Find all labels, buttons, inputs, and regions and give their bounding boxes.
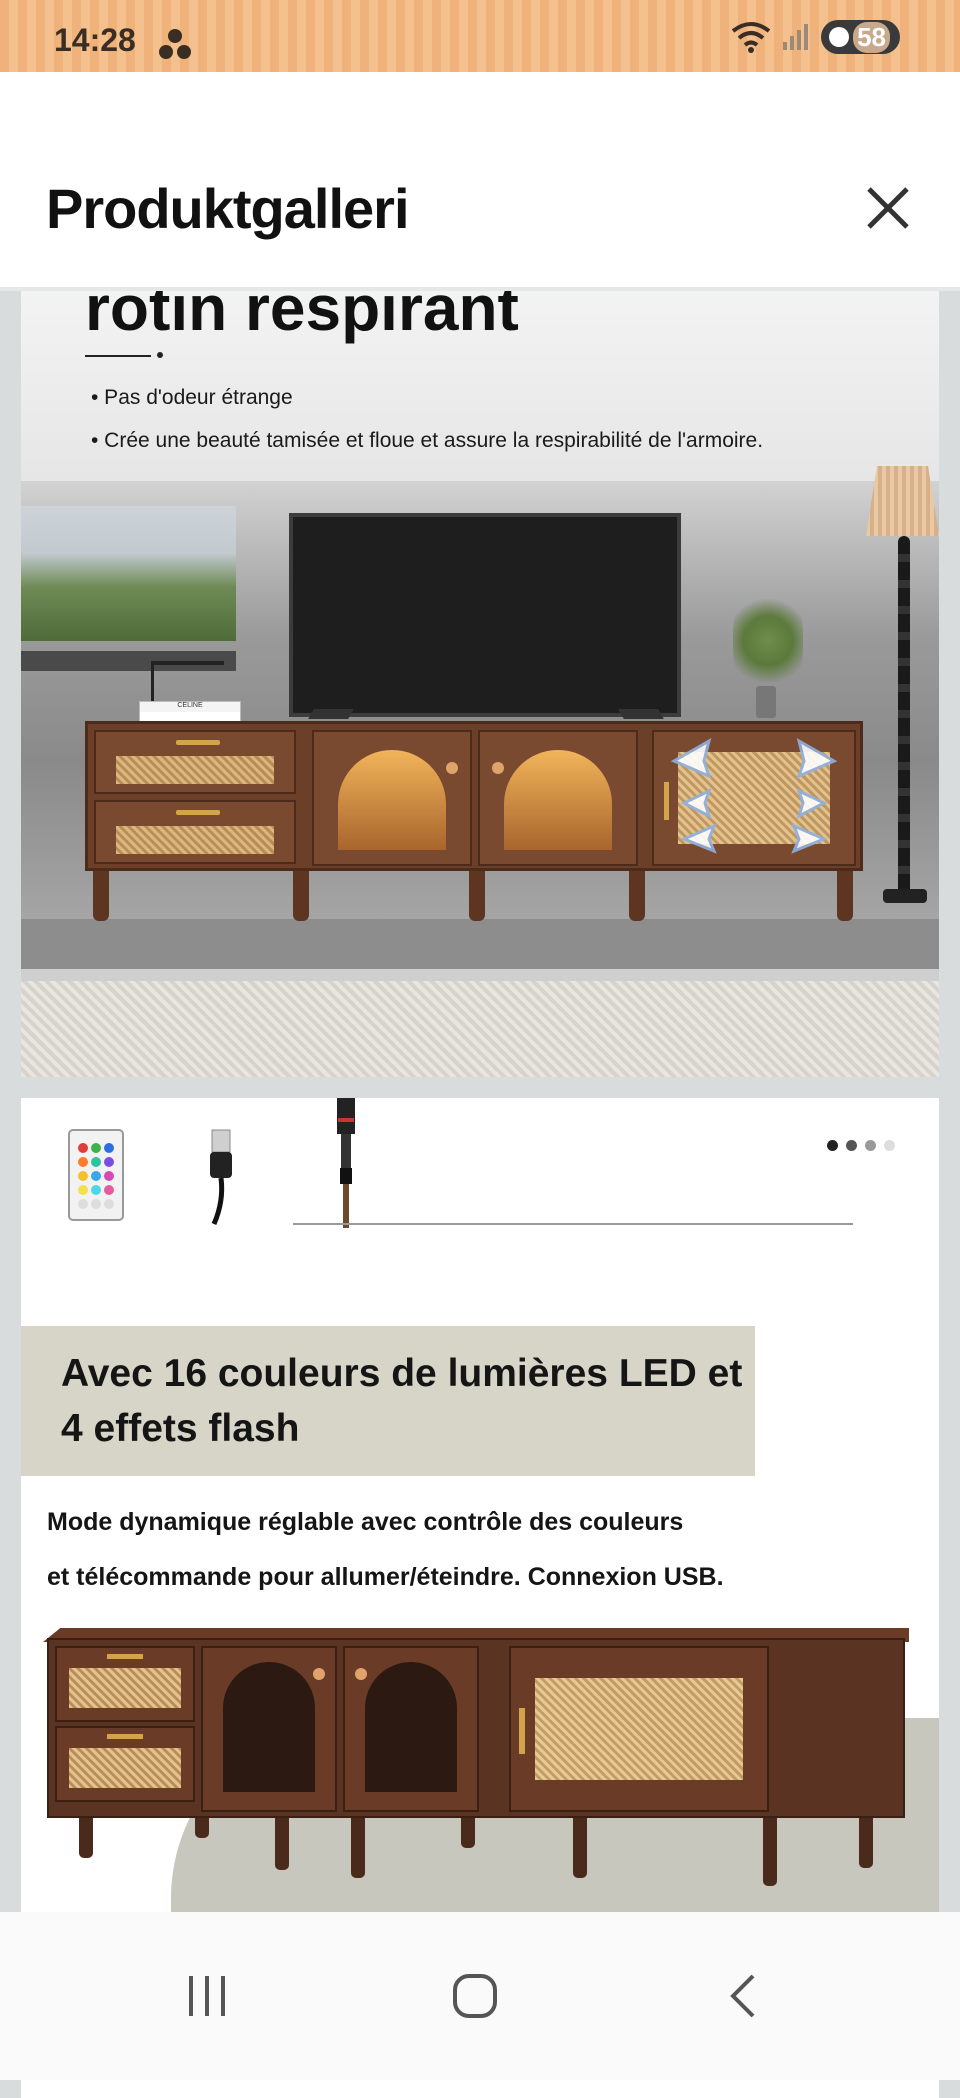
- rattan-panel: [69, 1668, 181, 1708]
- pagination-dot[interactable]: [846, 1140, 857, 1151]
- description-line-1: Mode dynamique réglable avec contrôle de…: [47, 1508, 684, 1536]
- books: CELINE: [139, 701, 241, 723]
- decor-sculpture: [151, 661, 224, 705]
- pagination-dots[interactable]: [827, 1140, 895, 1151]
- home-button[interactable]: [440, 1968, 510, 2024]
- arch-door-right: [343, 1646, 479, 1812]
- battery-level: 58: [853, 21, 890, 53]
- lamp-base: [883, 889, 927, 903]
- plant: [733, 591, 803, 691]
- gallery-image-living-room[interactable]: rotin respirant • Pas d'odeur étrange • …: [21, 291, 939, 1077]
- drawer-handle: [176, 740, 220, 745]
- usb-cable-icon: [210, 1129, 232, 1225]
- cabinet-drawer-top: [55, 1646, 195, 1722]
- book-label: CELINE: [177, 702, 203, 709]
- tv-stand-right: [618, 709, 664, 719]
- drawer-handle: [176, 810, 220, 815]
- cabinet-leg: [195, 1818, 209, 1838]
- status-icons: 58: [731, 20, 900, 54]
- cabinet-drawer-bottom: [55, 1726, 195, 1802]
- lamp-shade: [866, 466, 939, 536]
- cabinet-leg: [573, 1818, 587, 1878]
- rattan-panel: [69, 1748, 181, 1788]
- led-banner: Avec 16 couleurs de lumières LED et 4 ef…: [21, 1326, 755, 1476]
- rattan-side-door: [509, 1646, 769, 1812]
- rattan-panel: [116, 826, 274, 854]
- feature-bullet-2: • Crée une beauté tamisée et floue et as…: [91, 429, 764, 452]
- cabinet-leg: [79, 1818, 93, 1858]
- cabinet-drawer-bottom: [94, 800, 296, 864]
- page-title: Produktgalleri: [46, 177, 410, 240]
- back-icon: [730, 1974, 755, 2018]
- heading-rule-dot: [157, 352, 163, 358]
- tv-cabinet-product: [47, 1638, 905, 1818]
- tv-stand-left: [308, 709, 354, 719]
- cabinet-leg: [837, 871, 853, 921]
- image-heading: rotin respirant: [85, 291, 519, 344]
- signal-icon: [783, 24, 809, 50]
- thumbnail-remote-control[interactable]: [61, 1126, 131, 1226]
- lit-glass-right: [504, 750, 612, 850]
- pagination-dot[interactable]: [884, 1140, 895, 1151]
- arch-door-right: [478, 730, 638, 866]
- ventilation-arrows-icon: [670, 737, 838, 854]
- cabinet-leg: [93, 871, 109, 921]
- door-knob: [446, 762, 458, 774]
- cabinet-leg: [275, 1818, 289, 1870]
- thumbnail-led-controller[interactable]: [331, 1098, 361, 1228]
- recent-apps-icon: [189, 1976, 225, 2016]
- door-knob: [355, 1668, 367, 1680]
- arch-opening: [223, 1662, 315, 1792]
- app-notification-icon: [159, 29, 191, 59]
- arch-door-left: [201, 1646, 337, 1812]
- status-bar: 14:28 58: [0, 0, 960, 72]
- status-time: 14:28: [54, 22, 136, 58]
- gallery-header: Produktgalleri: [0, 72, 960, 291]
- floor: [21, 919, 939, 969]
- recent-apps-button[interactable]: [172, 1968, 242, 2024]
- drawer-handle: [107, 1734, 143, 1739]
- battery-icon: 58: [821, 20, 900, 54]
- cabinet-leg: [351, 1818, 365, 1878]
- cabinet-leg: [629, 871, 645, 921]
- television: [289, 513, 681, 717]
- rattan-panel: [535, 1678, 743, 1780]
- side-door-handle: [519, 1708, 525, 1754]
- lamp-pole: [898, 536, 910, 896]
- close-icon: [867, 187, 909, 229]
- cabinet-leg: [859, 1818, 873, 1868]
- description-line-2: et télécommande pour allumer/éteindre. C…: [47, 1563, 724, 1591]
- cabinet-drawer-top: [94, 730, 296, 794]
- close-button[interactable]: [852, 172, 924, 244]
- home-icon: [453, 1974, 497, 2018]
- cabinet-leg: [763, 1818, 777, 1886]
- window-view: [21, 506, 236, 641]
- thumbnail-usb-cable[interactable]: [201, 1126, 241, 1226]
- cabinet-leg: [293, 871, 309, 921]
- arch-door-left: [312, 730, 472, 866]
- pagination-dot-active[interactable]: [827, 1140, 838, 1151]
- lit-glass-left: [338, 750, 446, 850]
- back-button[interactable]: [710, 1968, 780, 2024]
- feature-bullet-1: • Pas d'odeur étrange: [91, 386, 293, 409]
- battery-saver-icon: [829, 27, 850, 47]
- cabinet-leg: [469, 871, 485, 921]
- door-knob: [313, 1668, 325, 1680]
- remote-control-icon: [68, 1129, 124, 1221]
- drawer-handle: [107, 1654, 143, 1659]
- led-banner-title: Avec 16 couleurs de lumières LED et 4 ef…: [61, 1352, 743, 1450]
- thumbnail-divider: [293, 1223, 853, 1225]
- wifi-icon: [731, 22, 771, 53]
- cabinet-leg: [461, 1818, 475, 1848]
- pagination-dot[interactable]: [865, 1140, 876, 1151]
- arch-opening: [365, 1662, 457, 1792]
- rug: [21, 981, 939, 1077]
- rattan-panel: [116, 756, 274, 784]
- plant-pot: [756, 686, 776, 718]
- led-controller-icon: [337, 1098, 355, 1228]
- heading-rule: [85, 355, 151, 357]
- system-navigation-bar: [0, 1912, 960, 2080]
- door-knob: [492, 762, 504, 774]
